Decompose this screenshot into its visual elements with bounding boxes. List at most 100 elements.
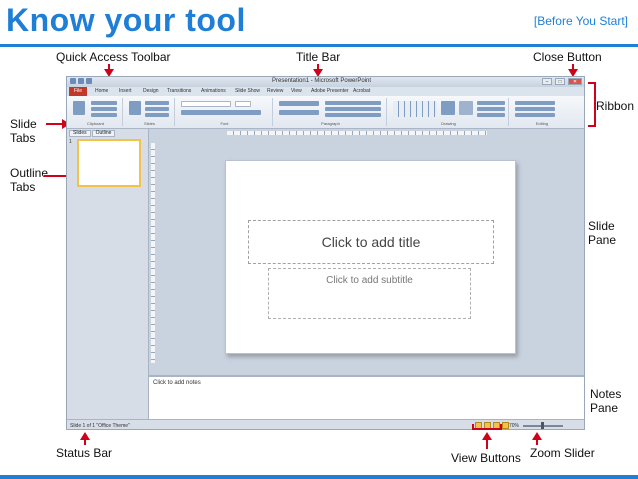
slide-pane-label-line2: Pane bbox=[588, 233, 617, 247]
quick-styles-icon[interactable] bbox=[459, 101, 473, 115]
zoom-slider-arrow-stem bbox=[536, 439, 538, 445]
replace-icon[interactable] bbox=[515, 107, 555, 111]
drawing-group-label: Drawing bbox=[441, 121, 456, 126]
slide-thumbnail[interactable] bbox=[77, 139, 141, 187]
tab-acrobat[interactable]: Acrobat bbox=[353, 88, 370, 94]
zoom-slider-label: Zoom Slider bbox=[530, 446, 595, 460]
slide-pane-label-line1: Slide bbox=[588, 219, 615, 233]
title-bar[interactable]: Presentation1 - Microsoft PowerPoint – □… bbox=[67, 77, 584, 87]
font-format-buttons[interactable] bbox=[181, 110, 261, 115]
font-group: Font bbox=[177, 98, 273, 126]
status-text: Slide 1 of 1 "Office Theme" bbox=[70, 423, 130, 429]
tab-insert[interactable]: Insert bbox=[119, 88, 132, 94]
tab-view[interactable]: View bbox=[291, 88, 302, 94]
vertical-ruler bbox=[151, 143, 155, 363]
subtitle-placeholder[interactable]: Click to add subtitle bbox=[268, 268, 471, 319]
shapes-gallery[interactable] bbox=[393, 101, 437, 117]
copy-icon[interactable] bbox=[91, 107, 117, 111]
powerpoint-window: Presentation1 - Microsoft PowerPoint – □… bbox=[66, 76, 585, 430]
shape-effects-icon[interactable] bbox=[477, 113, 505, 117]
notes-pane-label-line1: Notes bbox=[590, 387, 622, 401]
convert-smartart-icon[interactable] bbox=[325, 113, 381, 117]
ribbon-label: Ribbon bbox=[596, 99, 635, 113]
title-placeholder[interactable]: Click to add title bbox=[248, 220, 494, 264]
view-buttons-label: View Buttons bbox=[451, 451, 521, 465]
section-tag: [Before You Start] bbox=[533, 14, 628, 28]
format-painter-icon[interactable] bbox=[91, 113, 117, 117]
undo-icon[interactable] bbox=[78, 78, 84, 84]
shape-outline-icon[interactable] bbox=[477, 107, 505, 111]
slide-pane-label: Slide Pane bbox=[588, 219, 616, 247]
title-underline bbox=[0, 44, 638, 47]
status-bar-label: Status Bar bbox=[56, 446, 113, 460]
quick-access-toolbar[interactable] bbox=[70, 78, 92, 84]
quick-access-toolbar-label: Quick Access Toolbar bbox=[56, 50, 171, 64]
horizontal-ruler bbox=[227, 131, 487, 135]
notes-placeholder: Click to add notes bbox=[153, 380, 201, 386]
tab-adobe-presenter[interactable]: Adobe Presenter bbox=[311, 88, 349, 94]
zoom-slider-knob[interactable] bbox=[541, 422, 544, 429]
find-icon[interactable] bbox=[515, 101, 555, 105]
tab-file[interactable]: File bbox=[69, 87, 87, 96]
slides-outline-pane: Slides Outline 1 bbox=[67, 129, 149, 419]
status-bar-arrow-stem bbox=[84, 439, 86, 445]
font-size-select[interactable] bbox=[235, 101, 251, 107]
close-button[interactable]: ✕ bbox=[568, 78, 582, 85]
slide-tabs-label-line2: Tabs bbox=[10, 131, 36, 145]
paragraph-group: Paragraph bbox=[275, 98, 387, 126]
text-direction-icon[interactable] bbox=[325, 101, 381, 105]
font-group-label: Font bbox=[220, 121, 229, 126]
reset-icon[interactable] bbox=[145, 107, 169, 111]
shape-fill-icon[interactable] bbox=[477, 101, 505, 105]
view-buttons-bracket bbox=[472, 424, 502, 430]
cut-icon[interactable] bbox=[91, 101, 117, 105]
close-button-label: Close Button bbox=[533, 50, 602, 64]
ribbon-tabs: File Home Insert Design Transitions Anim… bbox=[67, 87, 584, 96]
notes-pane-label: Notes Pane bbox=[590, 387, 621, 415]
arrange-icon[interactable] bbox=[441, 101, 455, 115]
editing-group: Editing bbox=[511, 98, 573, 126]
section-icon[interactable] bbox=[145, 113, 169, 117]
thumbnail-number: 1 bbox=[69, 139, 72, 145]
save-icon[interactable] bbox=[70, 78, 76, 84]
slide-tabs-label: Slide Tabs bbox=[10, 117, 37, 145]
tab-slide-show[interactable]: Slide Show bbox=[235, 88, 260, 94]
view-buttons-arrow-stem bbox=[486, 439, 488, 449]
align-text-icon[interactable] bbox=[325, 107, 381, 111]
drawing-group: Drawing bbox=[389, 98, 509, 126]
select-icon[interactable] bbox=[515, 113, 555, 117]
notes-pane-label-line2: Pane bbox=[590, 401, 619, 415]
window-title: Presentation1 - Microsoft PowerPoint bbox=[272, 78, 372, 84]
tab-animations[interactable]: Animations bbox=[201, 88, 226, 94]
tab-review[interactable]: Review bbox=[267, 88, 283, 94]
tab-outline[interactable]: Outline bbox=[91, 130, 116, 137]
maximize-button[interactable]: □ bbox=[555, 78, 565, 85]
slides-group-label: Slides bbox=[144, 121, 155, 126]
status-bar: Slide 1 of 1 "Office Theme" 70% bbox=[67, 419, 584, 429]
slide-tabs-label-line1: Slide bbox=[10, 117, 37, 131]
tab-transitions[interactable]: Transitions bbox=[167, 88, 191, 94]
font-name-select[interactable] bbox=[181, 101, 231, 107]
clipboard-group-label: Clipboard bbox=[86, 121, 105, 126]
tab-home[interactable]: Home bbox=[95, 88, 108, 94]
redo-icon[interactable] bbox=[86, 78, 92, 84]
list-buttons[interactable] bbox=[279, 101, 319, 106]
paste-icon[interactable] bbox=[73, 101, 85, 115]
align-buttons[interactable] bbox=[279, 110, 319, 115]
minimize-button[interactable]: – bbox=[542, 78, 552, 85]
footer-bar bbox=[0, 475, 638, 479]
outline-tabs-label-line2: Tabs bbox=[10, 180, 36, 194]
new-slide-icon[interactable] bbox=[129, 101, 141, 115]
layout-icon[interactable] bbox=[145, 101, 169, 105]
page-title: Know your tool bbox=[6, 2, 246, 38]
ribbon: Clipboard Slides Font Paragraph Drawing … bbox=[67, 96, 584, 129]
zoom-level[interactable]: 70% bbox=[509, 423, 519, 429]
slides-group: Slides bbox=[125, 98, 175, 126]
pane-tabs: Slides Outline bbox=[69, 130, 116, 137]
notes-pane[interactable]: Click to add notes bbox=[149, 375, 584, 419]
slide-show-view-button[interactable] bbox=[502, 422, 509, 429]
slide-pane: Click to add title Click to add subtitle bbox=[225, 160, 516, 354]
clipboard-group: Clipboard bbox=[69, 98, 123, 126]
tab-design[interactable]: Design bbox=[143, 88, 159, 94]
tab-slides[interactable]: Slides bbox=[69, 130, 91, 137]
